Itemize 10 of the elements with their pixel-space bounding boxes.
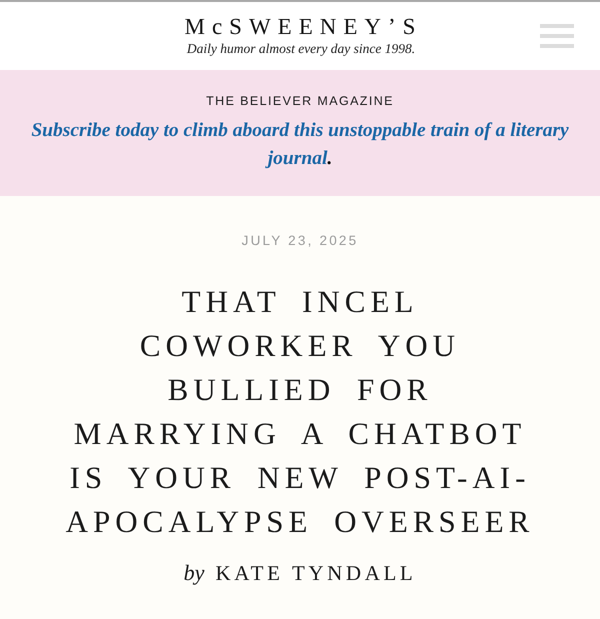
subscribe-link[interactable]: Subscribe today to climb aboard this unstoppable train of a literary journal. <box>20 117 580 173</box>
article-date: JULY 23, 2025 <box>242 232 358 250</box>
site-logo[interactable]: McSWEENEY’S <box>178 14 422 40</box>
menu-button[interactable] <box>540 24 574 49</box>
site-tagline: Daily humor almost every day since 1998. <box>186 40 416 58</box>
article-title: THAT INCEL COWORKER YOU BULLIED FOR MARRYING A CHATBOT IS YOUR NEW POST-AI-APOCALYPSE OVERSEER <box>64 283 536 541</box>
promo-label: THE BELIEVER MAGAZINE <box>206 93 394 110</box>
author-link[interactable]: KATE TYNDALL <box>215 561 416 586</box>
menu-icon <box>540 24 574 49</box>
byline-prefix: by <box>184 560 204 586</box>
